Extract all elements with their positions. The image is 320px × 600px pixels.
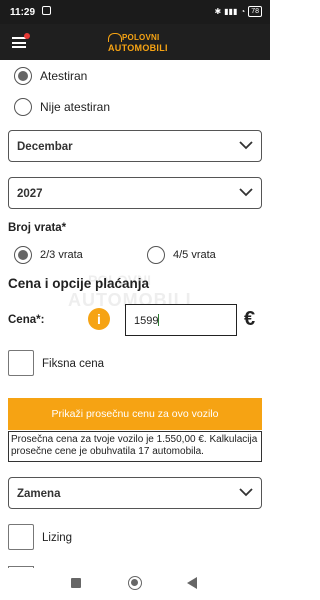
price-section-heading: Cena i opcije plaćanja	[8, 276, 150, 291]
radio-button[interactable]	[147, 246, 165, 264]
price-label: Cena*:	[8, 314, 45, 326]
status-bar: 11:29 ✱ ▮▮▮ ◔ 78	[0, 0, 270, 24]
year-select[interactable]: 2027	[8, 177, 262, 209]
bluetooth-icon: ✱	[214, 7, 222, 16]
doors-title: Broj vrata*	[8, 222, 67, 234]
radio-button[interactable]	[14, 98, 32, 116]
nav-recents-icon[interactable]	[71, 578, 81, 588]
month-select[interactable]: Decembar	[8, 130, 262, 162]
text-caret	[158, 314, 160, 326]
nav-back-icon[interactable]	[187, 577, 197, 589]
radio-label: Atestiran	[40, 69, 88, 83]
radio-button-selected[interactable]	[14, 246, 32, 264]
year-select-value: 2027	[17, 188, 43, 200]
radio-2-3-vrata[interactable]: 2/3 vrata	[14, 246, 83, 264]
chevron-down-icon	[239, 188, 253, 197]
info-icon[interactable]: i	[88, 308, 110, 330]
battery-icon: 78	[248, 6, 262, 17]
signal-icon: ▮▮▮	[224, 7, 238, 16]
exchange-select[interactable]: Zamena	[8, 477, 262, 509]
price-input-value: 1599	[134, 315, 159, 327]
wifi-icon: ◔	[240, 7, 246, 16]
euro-icon: €	[244, 308, 256, 330]
system-nav-bar	[0, 568, 270, 600]
radio-label: Nije atestiran	[40, 100, 111, 114]
logo-line1: POLOVNI	[122, 33, 160, 42]
nav-home-icon[interactable]	[128, 576, 142, 590]
app-bar: POLOVNI AUTOMOBILI	[0, 24, 270, 60]
radio-button-selected[interactable]	[14, 67, 32, 85]
radio-label: 2/3 vrata	[40, 249, 83, 261]
leasing-checkbox[interactable]	[8, 524, 34, 550]
price-input[interactable]: 1599	[125, 304, 237, 336]
show-average-price-button[interactable]: Prikaži prosečnu cenu za ovo vozilo	[8, 398, 262, 430]
exchange-select-value: Zamena	[17, 488, 61, 500]
status-icons: ✱ ▮▮▮ ◔ 78	[214, 6, 262, 17]
logo-line2: AUTOMOBILI	[108, 43, 168, 53]
chevron-down-icon	[239, 488, 253, 497]
radio-atestiran[interactable]: Atestiran	[14, 67, 87, 85]
radio-4-5-vrata[interactable]: 4/5 vrata	[147, 246, 216, 264]
radio-label: 4/5 vrata	[173, 249, 216, 261]
menu-icon[interactable]	[12, 37, 26, 48]
site-logo[interactable]: POLOVNI AUTOMOBILI	[108, 31, 168, 55]
month-select-value: Decembar	[17, 141, 73, 153]
average-price-info: Prosečna cena za tvoje vozilo je 1.550,0…	[8, 431, 262, 462]
fixed-price-checkbox[interactable]	[8, 350, 34, 376]
fixed-price-label: Fiksna cena	[42, 358, 105, 370]
chevron-down-icon	[239, 141, 253, 150]
radio-nije-atestiran[interactable]: Nije atestiran	[14, 98, 110, 116]
notification-dot	[24, 33, 30, 39]
car-logo-icon	[108, 33, 122, 42]
leasing-label: Lizing	[42, 532, 73, 544]
notification-icon	[42, 6, 51, 15]
status-time: 11:29	[10, 7, 36, 18]
